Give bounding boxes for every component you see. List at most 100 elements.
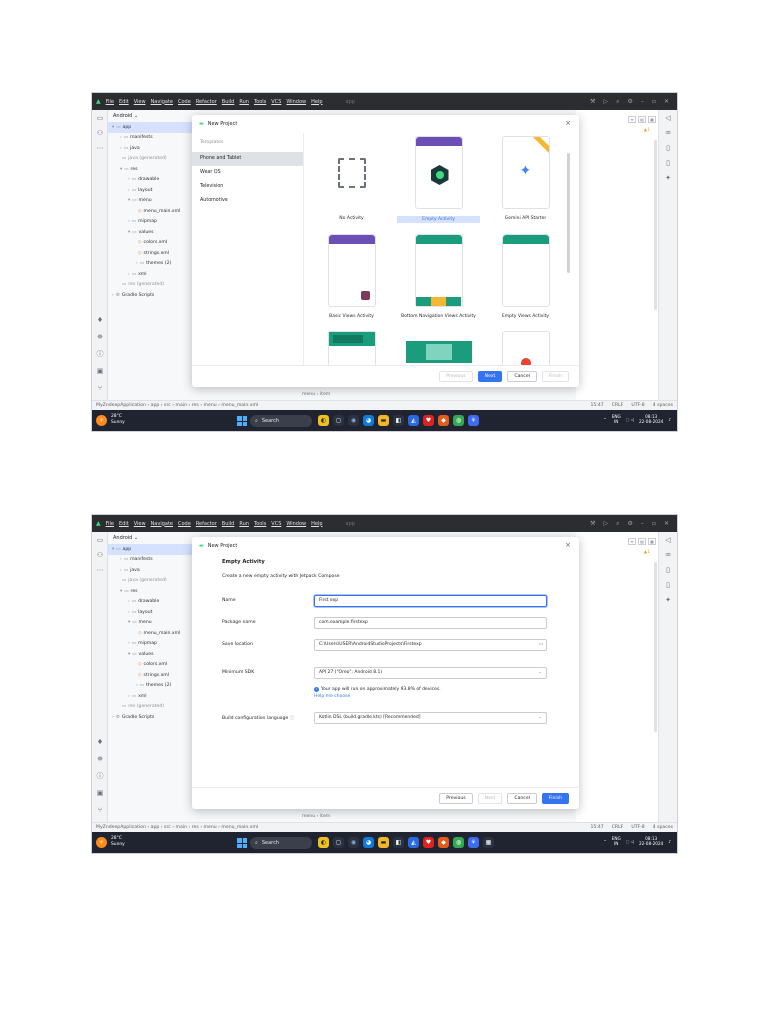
store-icon[interactable]: ◧: [393, 415, 404, 426]
menu-help[interactable]: Help: [311, 99, 322, 105]
tree-chevron-icon[interactable]: ▾: [128, 198, 130, 203]
file-explorer-icon[interactable]: ▬: [378, 415, 389, 426]
finish-button[interactable]: Finish: [541, 793, 569, 804]
app-icon-3[interactable]: ◉: [348, 837, 359, 848]
warning-indicator[interactable]: ▲1: [644, 128, 650, 133]
edge-icon[interactable]: ◕: [363, 415, 374, 426]
language-indicator[interactable]: ENG IN: [612, 414, 621, 424]
category-phone-tablet[interactable]: Phone and Tablet: [192, 152, 303, 166]
status-line-ending[interactable]: CRLF: [612, 403, 624, 408]
menu-help[interactable]: Help: [311, 521, 322, 527]
menu-tools[interactable]: Tools: [254, 521, 266, 527]
menu-run[interactable]: Run: [239, 521, 249, 527]
app-icon-3[interactable]: ◉: [348, 415, 359, 426]
edge-icon[interactable]: ◕: [363, 837, 374, 848]
notification-bell-icon[interactable]: ♪: [668, 839, 671, 844]
tree-chevron-icon[interactable]: ›: [128, 694, 130, 699]
menu-edit[interactable]: Edit: [119, 521, 129, 527]
editor-scrollbar[interactable]: [654, 562, 657, 732]
tree-chevron-icon[interactable]: ▾: [120, 589, 122, 594]
tree-chevron-icon[interactable]: ›: [128, 188, 130, 193]
settings-icon[interactable]: ⚙: [628, 520, 633, 528]
app-icon-2[interactable]: ◻: [333, 415, 344, 426]
category-automotive[interactable]: Automotive: [192, 194, 303, 208]
previous-button[interactable]: Previous: [439, 371, 473, 382]
status-position[interactable]: 15:47: [590, 825, 603, 830]
notification-bell-icon[interactable]: ♪: [668, 417, 671, 422]
template-empty-views-activity[interactable]: Empty Views Activity: [482, 234, 569, 319]
run-config-selector[interactable]: app: [346, 99, 355, 105]
next-button[interactable]: Next: [477, 793, 503, 804]
app-icon-1[interactable]: ◐: [318, 415, 329, 426]
tree-chevron-icon[interactable]: ›: [120, 146, 122, 151]
maximize-icon[interactable]: ▫: [652, 520, 656, 528]
android-studio-icon[interactable]: ⚘: [468, 415, 479, 426]
chrome-icon[interactable]: ◍: [453, 415, 464, 426]
status-indent[interactable]: 4 spaces: [653, 825, 673, 830]
build-variants-icon[interactable]: ⛯: [95, 754, 105, 764]
template-row3-3[interactable]: [482, 331, 569, 365]
run-config-selector[interactable]: app: [346, 521, 355, 527]
menu-tools[interactable]: Tools: [254, 99, 266, 105]
problems-icon[interactable]: ⓘ: [95, 771, 105, 781]
tree-chevron-icon[interactable]: ›: [128, 219, 130, 224]
file-explorer-icon[interactable]: ▬: [378, 837, 389, 848]
menu-build[interactable]: Build: [222, 521, 235, 527]
tree-chevron-icon[interactable]: ▾: [112, 125, 114, 130]
device-manager-icon[interactable]: ▯: [663, 143, 673, 153]
clock[interactable]: 08:13 22-08-2024: [639, 414, 663, 424]
finish-button[interactable]: Finish: [541, 371, 569, 382]
editor-scrollbar[interactable]: [654, 140, 657, 310]
tree-chevron-icon[interactable]: ›: [136, 683, 138, 688]
menu-window[interactable]: Window: [286, 99, 306, 105]
tree-chevron-icon[interactable]: ▾: [128, 230, 130, 235]
gradle-icon[interactable]: ♒: [663, 128, 673, 138]
taskbar-search[interactable]: ⌕ Search: [250, 837, 312, 849]
commit-icon[interactable]: ⚇: [95, 550, 105, 560]
windows-start-icon[interactable]: [237, 838, 247, 848]
tree-chevron-icon[interactable]: ▾: [120, 167, 122, 172]
brave-icon[interactable]: ◆: [438, 837, 449, 848]
menu-refactor[interactable]: Refactor: [196, 521, 217, 527]
menu-navigate[interactable]: Navigate: [151, 99, 173, 105]
app-icon-12[interactable]: ▦: [483, 837, 494, 848]
run-icon[interactable]: ▷: [604, 520, 609, 528]
status-path[interactable]: MyZndeepApplication › app › src › main ›…: [96, 403, 258, 408]
cancel-button[interactable]: Cancel: [507, 371, 537, 382]
minimize-icon[interactable]: –: [641, 520, 644, 528]
windows-start-icon[interactable]: [237, 416, 247, 426]
app-icon-1[interactable]: ◐: [318, 837, 329, 848]
warning-indicator[interactable]: ▲1: [644, 550, 650, 555]
tree-chevron-icon[interactable]: ›: [112, 293, 114, 298]
template-gemini-api-starter[interactable]: ✦ Gemini API Starter: [482, 136, 569, 221]
search-icon[interactable]: ⌕: [616, 98, 619, 106]
design-view-icon[interactable]: ▦: [648, 116, 656, 123]
device-manager-icon[interactable]: ▯: [663, 565, 673, 575]
commit-icon[interactable]: ⚇: [95, 128, 105, 138]
chevron-up-icon[interactable]: ⌃: [603, 417, 607, 422]
close-window-icon[interactable]: ✕: [664, 98, 669, 106]
tree-chevron-icon[interactable]: ›: [128, 599, 130, 604]
close-icon[interactable]: ×: [565, 119, 571, 127]
menu-view[interactable]: View: [134, 521, 146, 527]
menu-file[interactable]: File: [106, 521, 114, 527]
notifications-icon[interactable]: ◁: [663, 535, 673, 545]
hammer-icon[interactable]: ⚒: [590, 98, 595, 106]
more-icon[interactable]: ⋯: [95, 143, 105, 153]
git-icon[interactable]: ⑂: [95, 383, 105, 393]
category-television[interactable]: Television: [192, 180, 303, 194]
search-icon[interactable]: ⌕: [616, 520, 619, 528]
terminal-icon[interactable]: ▣: [95, 366, 105, 376]
tree-chevron-icon[interactable]: ›: [128, 272, 130, 277]
android-studio-icon[interactable]: ⚘: [468, 837, 479, 848]
tree-chevron-icon[interactable]: ›: [128, 177, 130, 182]
close-icon[interactable]: ×: [565, 541, 571, 549]
menu-run[interactable]: Run: [239, 99, 249, 105]
gem-icon[interactable]: ♦: [95, 737, 105, 747]
grid-scrollbar[interactable]: [567, 153, 570, 273]
gem-icon[interactable]: ♦: [95, 315, 105, 325]
minimize-icon[interactable]: –: [641, 98, 644, 106]
app-icon-7[interactable]: ◭: [408, 415, 419, 426]
tree-chevron-icon[interactable]: ›: [128, 610, 130, 615]
save-location-field[interactable]: C:\Users\USER\AndroidStudioProjects\Firs…: [314, 639, 547, 651]
